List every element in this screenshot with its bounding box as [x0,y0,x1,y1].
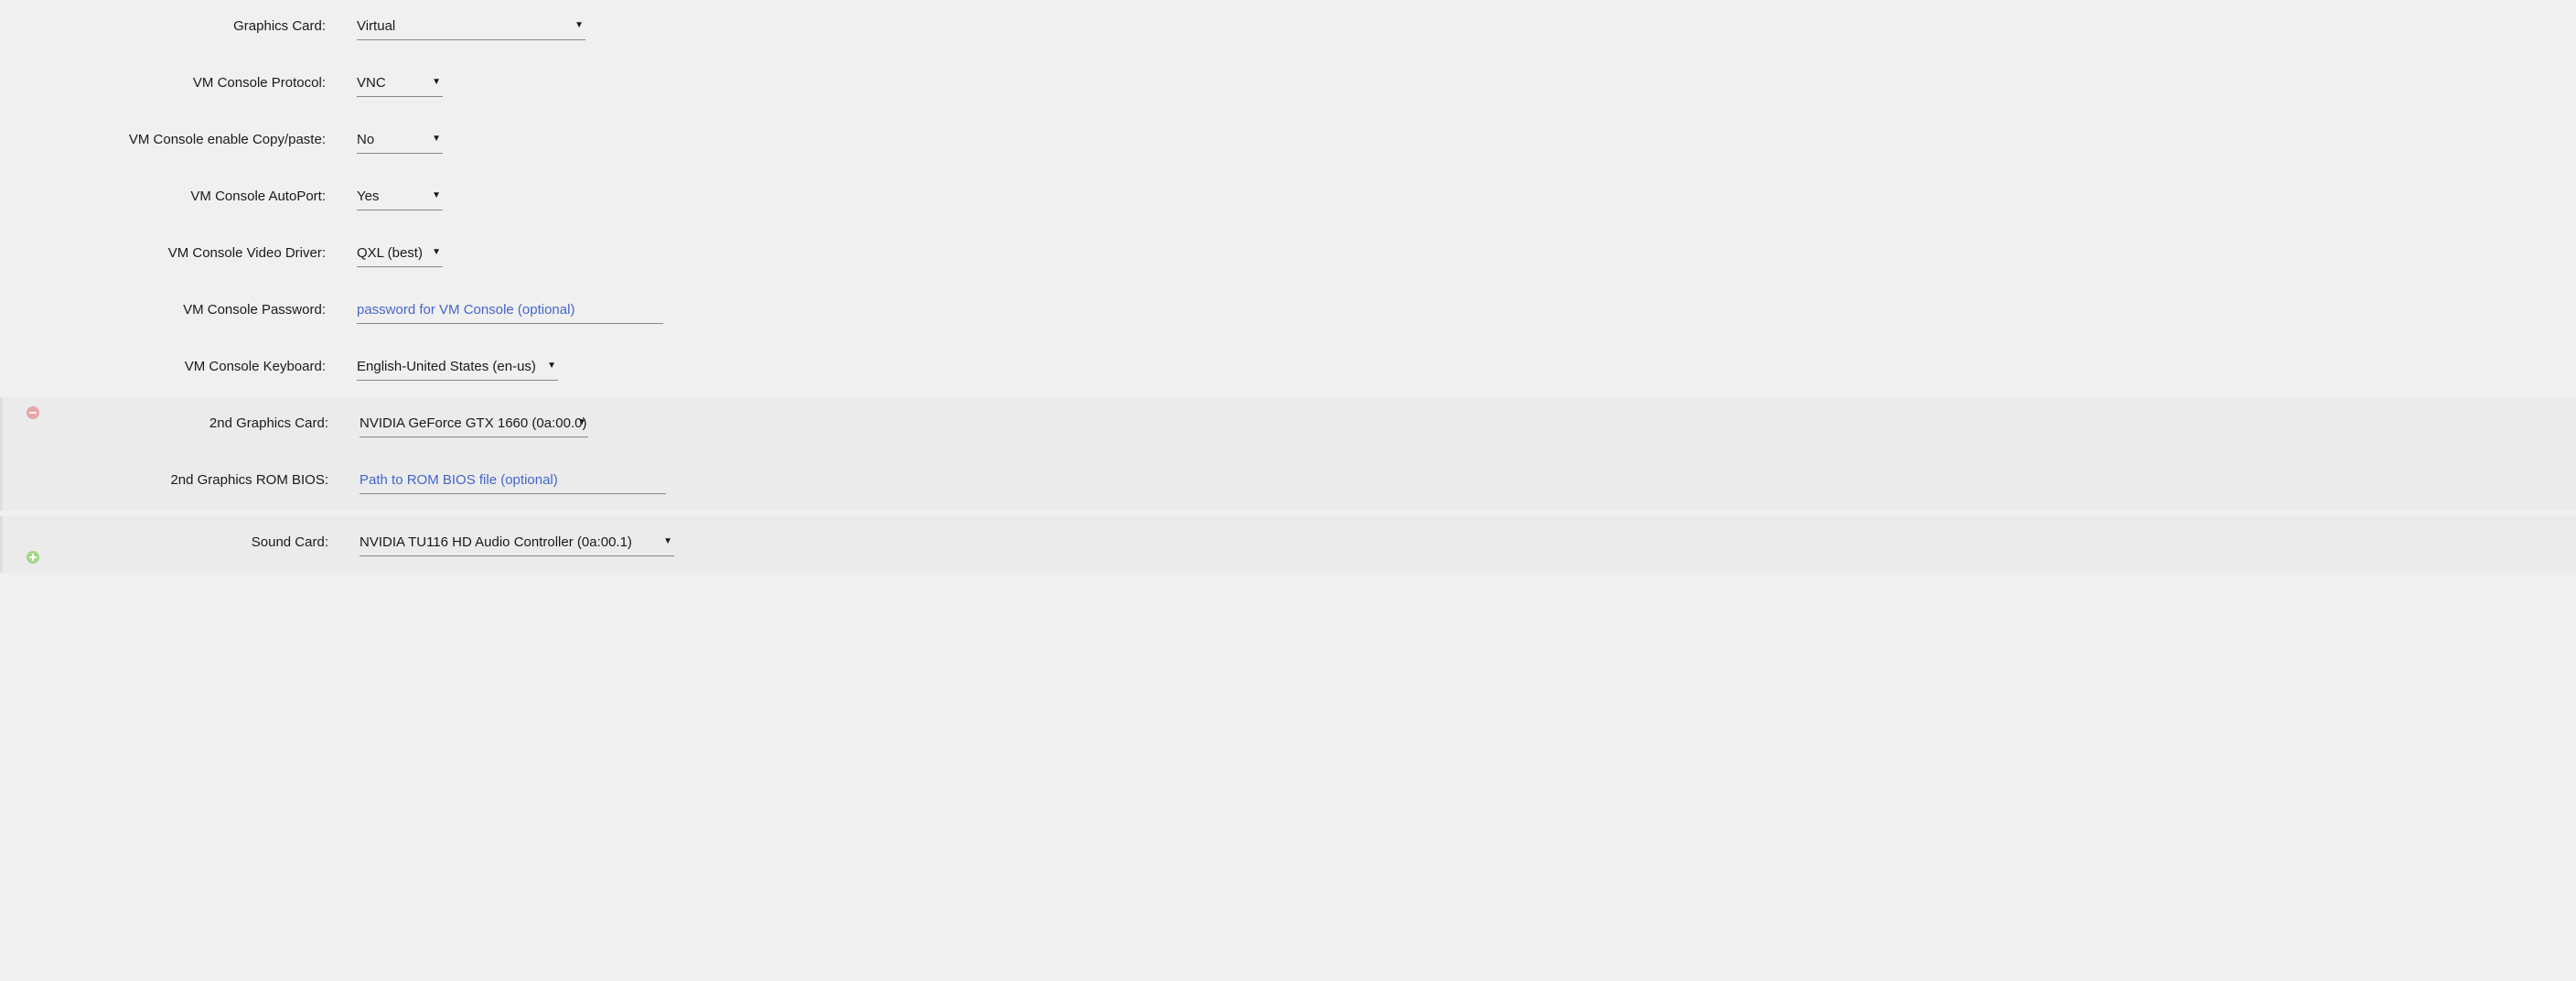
label-vm-console-password: VM Console Password: [10,300,326,318]
label-second-graphics-card: 2nd Graphics Card: [13,414,328,431]
section-primary-graphics: Graphics Card: Virtual ▼ VM Console Prot… [0,0,2576,397]
label-vm-console-protocol: VM Console Protocol: [10,73,326,91]
select-vm-console-keyboard[interactable]: English-United States (en-us) ▼ [357,357,558,381]
chevron-down-icon: ▼ [432,134,441,144]
row-graphics-card: Graphics Card: Virtual ▼ [10,0,2576,57]
row-second-rom-bios: 2nd Graphics ROM BIOS: [13,454,2576,511]
select-vm-console-copy-paste-value: No [357,130,394,153]
chevron-down-icon: ▼ [432,77,441,87]
select-second-graphics-card-value: NVIDIA GeForce GTX 1660 (0a:00.0) [360,414,606,437]
chevron-down-icon: ▼ [432,190,441,200]
vm-settings-form: Graphics Card: Virtual ▼ VM Console Prot… [0,0,2576,573]
label-graphics-card: Graphics Card: [10,16,326,34]
row-vm-console-autoport: VM Console AutoPort: Yes ▼ [10,170,2576,227]
select-sound-card-value: NVIDIA TU116 HD Audio Controller (0a:00.… [360,533,652,555]
row-vm-console-password: VM Console Password: [10,284,2576,340]
select-vm-console-autoport[interactable]: Yes ▼ [357,187,443,210]
label-vm-console-autoport: VM Console AutoPort: [10,187,326,204]
select-vm-console-protocol-value: VNC [357,73,406,96]
row-vm-console-video-driver: VM Console Video Driver: QXL (best) ▼ [10,227,2576,284]
select-second-graphics-card[interactable]: NVIDIA GeForce GTX 1660 (0a:00.0) ▼ [360,414,588,437]
row-vm-console-copy-paste: VM Console enable Copy/paste: No ▼ [10,113,2576,170]
row-second-graphics-card: 2nd Graphics Card: NVIDIA GeForce GTX 16… [13,397,2576,454]
select-sound-card[interactable]: NVIDIA TU116 HD Audio Controller (0a:00.… [360,533,674,556]
input-vm-console-password[interactable] [357,300,663,324]
section-sound: Sound Card: NVIDIA TU116 HD Audio Contro… [0,516,2576,573]
label-vm-console-video-driver: VM Console Video Driver: [10,243,326,261]
label-vm-console-copy-paste: VM Console enable Copy/paste: [10,130,326,147]
section-second-graphics: 2nd Graphics Card: NVIDIA GeForce GTX 16… [0,397,2576,511]
row-vm-console-protocol: VM Console Protocol: VNC ▼ [10,57,2576,113]
select-graphics-card-value: Virtual [357,16,415,39]
select-vm-console-protocol[interactable]: VNC ▼ [357,73,443,97]
chevron-down-icon: ▼ [574,20,584,30]
remove-icon[interactable] [27,406,39,419]
select-vm-console-keyboard-value: English-United States (en-us) [357,357,556,380]
select-vm-console-autoport-value: Yes [357,187,399,210]
row-sound-card: Sound Card: NVIDIA TU116 HD Audio Contro… [13,516,2576,573]
label-sound-card: Sound Card: [13,533,328,550]
input-second-rom-bios[interactable] [360,470,666,494]
label-second-rom-bios: 2nd Graphics ROM BIOS: [13,470,328,488]
add-icon[interactable] [27,551,39,564]
row-vm-console-keyboard: VM Console Keyboard: English-United Stat… [10,340,2576,397]
select-graphics-card[interactable]: Virtual ▼ [357,16,585,40]
select-vm-console-video-driver[interactable]: QXL (best) ▼ [357,243,443,267]
select-vm-console-copy-paste[interactable]: No ▼ [357,130,443,154]
label-vm-console-keyboard: VM Console Keyboard: [10,357,326,374]
chevron-down-icon: ▼ [663,536,672,546]
select-vm-console-video-driver-value: QXL (best) [357,243,443,266]
